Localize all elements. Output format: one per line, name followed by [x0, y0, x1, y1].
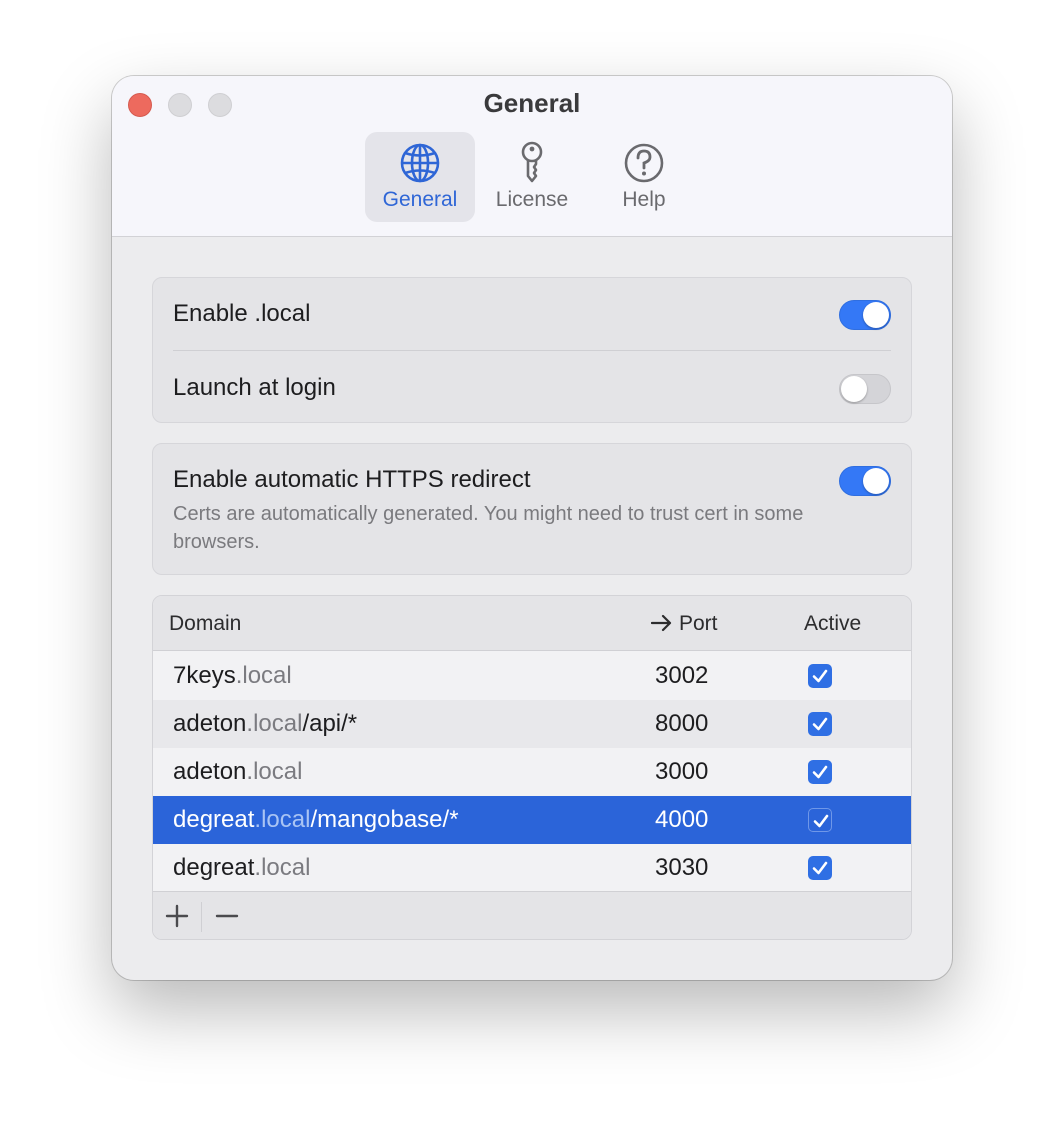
divider — [173, 350, 891, 351]
domain-cell: adeton.local/api/* — [173, 710, 357, 738]
tab-help-label: Help — [622, 188, 666, 211]
table-row[interactable]: degreat.local/mangobase/* 4000 — [153, 796, 911, 844]
active-checkbox[interactable] — [808, 856, 832, 880]
active-checkbox[interactable] — [808, 808, 832, 832]
enable-local-label: Enable .local — [173, 300, 311, 327]
checkmark-icon — [812, 669, 828, 683]
domain-tld: .local — [246, 758, 303, 785]
table-row[interactable]: degreat.local 3030 — [153, 844, 911, 892]
general-settings-group: Enable .local Launch at login — [152, 277, 912, 423]
domain-path: /api/* — [302, 710, 358, 737]
enable-local-toggle[interactable] — [839, 300, 891, 330]
domain-cell: adeton.local — [173, 758, 302, 786]
domain-tld: .local — [246, 710, 303, 737]
table-row[interactable]: adeton.local 3000 — [153, 748, 911, 796]
toggle-knob — [863, 302, 889, 328]
plus-icon — [165, 904, 189, 928]
domain-path: /mangobase/* — [310, 806, 459, 833]
checkmark-icon — [812, 717, 828, 731]
domain-name: degreat — [173, 806, 255, 833]
toggle-knob — [841, 376, 867, 402]
domain-name: 7keys — [173, 662, 236, 689]
checkmark-icon — [813, 814, 829, 828]
globe-icon — [400, 143, 440, 183]
domain-name: adeton — [173, 710, 247, 737]
table-footer — [153, 891, 911, 939]
checkmark-icon — [812, 765, 828, 779]
checkmark-icon — [812, 861, 828, 875]
domain-name: adeton — [173, 758, 247, 785]
column-header-domain[interactable]: Domain — [169, 612, 241, 636]
port-cell: 3002 — [655, 662, 709, 689]
table-row[interactable]: 7keys.local 3002 — [153, 652, 911, 700]
domain-cell: 7keys.local — [173, 662, 292, 690]
launch-at-login-label: Launch at login — [173, 374, 336, 401]
active-checkbox[interactable] — [808, 760, 832, 784]
tab-license-label: License — [495, 188, 569, 211]
toggle-knob — [863, 468, 889, 494]
https-redirect-label: Enable automatic HTTPS redirect — [173, 466, 531, 493]
domain-tld: .local — [235, 662, 292, 689]
tab-general-label: General — [382, 188, 458, 211]
tab-general[interactable]: General — [365, 132, 475, 222]
port-cell: 3000 — [655, 758, 709, 785]
question-circle-icon — [624, 143, 664, 183]
footer-divider — [201, 902, 202, 932]
domain-tld: .local — [254, 806, 311, 833]
toolbar: General General License Help — [112, 76, 952, 237]
remove-button[interactable] — [207, 900, 247, 932]
preferences-window: General General License Help Enable .loc… — [112, 76, 952, 980]
domain-tld: .local — [254, 854, 311, 881]
column-header-port[interactable]: Port — [650, 612, 718, 636]
tab-help[interactable]: Help — [589, 132, 699, 222]
port-cell: 3030 — [655, 854, 709, 881]
active-checkbox[interactable] — [808, 664, 832, 688]
https-settings-group: Enable automatic HTTPS redirect Certs ar… — [152, 443, 912, 575]
domain-name: degreat — [173, 854, 255, 881]
table-header: Domain Port Active — [153, 596, 911, 651]
window-title: General — [483, 88, 581, 118]
port-cell: 4000 — [655, 806, 709, 833]
column-header-port-label: Port — [679, 612, 718, 635]
minus-icon — [215, 914, 239, 918]
domain-cell: degreat.local — [173, 854, 310, 882]
port-cell: 8000 — [655, 710, 709, 737]
arrow-right-icon — [650, 614, 672, 632]
https-redirect-toggle[interactable] — [839, 466, 891, 496]
table-row[interactable]: adeton.local/api/* 8000 — [153, 700, 911, 748]
active-checkbox[interactable] — [808, 712, 832, 736]
tab-license[interactable]: License — [477, 132, 587, 222]
column-header-active[interactable]: Active — [804, 612, 861, 636]
https-redirect-description: Certs are automatically generated. You m… — [173, 503, 804, 553]
domains-table: Domain Port Active 7keys.local 3002 adeton… — [152, 595, 912, 940]
domain-cell: degreat.local/mangobase/* — [173, 806, 459, 834]
key-icon — [521, 141, 543, 183]
launch-at-login-toggle[interactable] — [839, 374, 891, 404]
add-button[interactable] — [157, 900, 197, 932]
